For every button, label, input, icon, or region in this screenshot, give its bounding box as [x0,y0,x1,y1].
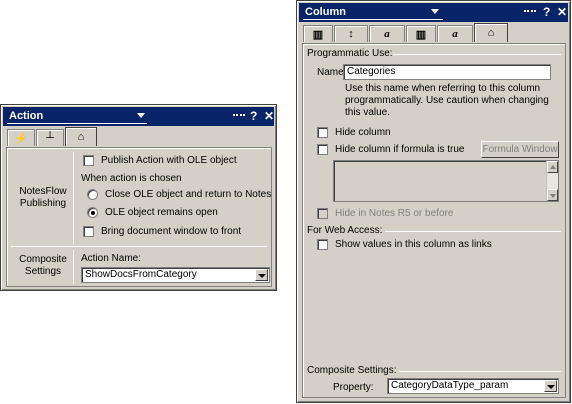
action-name-select[interactable]: ShowDocsFromCategory [81,267,270,283]
tab-advanced[interactable]: ⌂ [474,23,508,42]
column-panel: Programmatic Use: Name: Categories Use t… [302,43,566,398]
hide-if-formula-checkbox[interactable] [317,144,328,155]
close-ole-label: Close OLE object and return to Notes [105,189,272,200]
action-name-label: Action Name: [81,253,142,264]
column-title-bar[interactable]: Column ? ✕ [299,3,568,22]
publish-ole-checkbox[interactable] [83,155,94,166]
lightning-icon: ⚡ [14,132,28,145]
title-underline [303,19,443,20]
tab-title-font[interactable]: a [437,25,473,42]
tab-sorting[interactable]: ↕ [334,25,368,42]
chevron-down-icon[interactable] [431,9,439,14]
column-info-icon: ▥ [312,28,324,41]
publish-ole-label: Publish Action with OLE object [101,155,237,166]
close-icon[interactable]: ✕ [264,109,274,123]
action-panel: NotesFlow Publishing Publish Action with… [6,147,272,287]
title-underline [7,123,147,124]
notesflow-label: NotesFlow Publishing [19,186,67,209]
tab-action-info[interactable]: ⚡ [7,129,35,146]
radio-selected-dot [91,211,95,215]
divider [385,231,561,232]
close-icon[interactable]: ✕ [557,5,567,19]
divider [73,152,74,244]
tab-column-info[interactable]: ▥ [303,25,333,42]
ole-remains-open-label: OLE object remains open [105,207,218,218]
action-title: Action [9,110,44,122]
formula-window-button[interactable]: Formula Window [481,141,559,158]
chevron-down-icon[interactable] [137,113,145,118]
action-name-value: ShowDocsFromCategory [85,269,197,280]
property-label: Property: [333,382,374,393]
action-properties-box: Action ? ✕ ⚡ ┴ ⌂ NotesFlow Publishing Pu… [0,104,277,291]
action-title-bar[interactable]: Action ? ✕ [3,107,274,126]
column-title: Column [305,6,346,18]
show-as-links-checkbox[interactable] [317,239,328,250]
propeller-hat-icon: ⌂ [487,27,495,39]
scroll-down-icon[interactable] [547,189,558,201]
dock-icon[interactable] [233,114,245,118]
column-name-field[interactable]: Categories [343,64,551,80]
font-icon: a [384,28,390,40]
tab-font[interactable]: a [369,25,405,42]
web-access-label: For Web Access: [307,225,383,236]
divider [73,250,74,284]
numbers-icon: ▥ [415,28,427,41]
hide-if-formula-label: Hide column if formula is true [335,144,465,155]
title-font-icon: a [452,28,458,40]
action-tab-strip: ⚡ ┴ ⌂ [7,127,98,147]
hide-formula-editor[interactable] [333,160,559,202]
when-chosen-label: When action is chosen [81,173,182,184]
sort-icon: ↕ [348,28,354,40]
hide-column-label: Hide column [335,127,391,138]
ole-remains-open-radio[interactable] [87,207,98,218]
hide-when-icon: ┴ [46,132,54,144]
property-value: CategoryDataType_param [391,380,509,391]
hide-r5-label: Hide in Notes R5 or before [335,208,454,219]
help-icon[interactable]: ? [543,5,550,19]
scrollbar[interactable] [546,161,558,201]
divider [393,54,561,55]
help-icon[interactable]: ? [250,109,257,123]
bring-doc-front-checkbox[interactable] [83,226,94,237]
tab-advanced[interactable]: ⌂ [65,127,97,146]
hide-r5-checkbox[interactable] [317,208,328,219]
divider [11,246,267,247]
tab-numbers[interactable]: ▥ [406,25,436,42]
show-as-links-label: Show values in this column as links [335,239,492,250]
name-usage-note: Use this name when referring to this col… [345,83,549,118]
property-select[interactable]: CategoryDataType_param [387,378,559,394]
bring-doc-front-label: Bring document window to front [101,226,242,237]
column-tab-strip: ▥ ↕ a ▥ a ⌂ [303,23,509,43]
scroll-up-icon[interactable] [547,161,558,173]
tab-hide-when[interactable]: ┴ [36,129,64,146]
dock-icon[interactable] [524,10,536,14]
column-properties-box: Column ? ✕ ▥ ↕ a ▥ a ⌂ Programmatic Use:… [296,0,571,403]
composite-settings-label: Composite Settings [19,254,67,277]
chevron-down-icon[interactable] [544,380,557,392]
close-ole-radio[interactable] [87,189,98,200]
composite-settings-label: Composite Settings: [307,365,397,376]
propeller-hat-icon: ⌂ [77,131,85,143]
chevron-down-icon[interactable] [255,269,268,281]
divider [399,371,561,372]
column-name-value: Categories [347,66,396,77]
programmatic-use-label: Programmatic Use: [307,48,393,59]
hide-column-checkbox[interactable] [317,127,328,138]
